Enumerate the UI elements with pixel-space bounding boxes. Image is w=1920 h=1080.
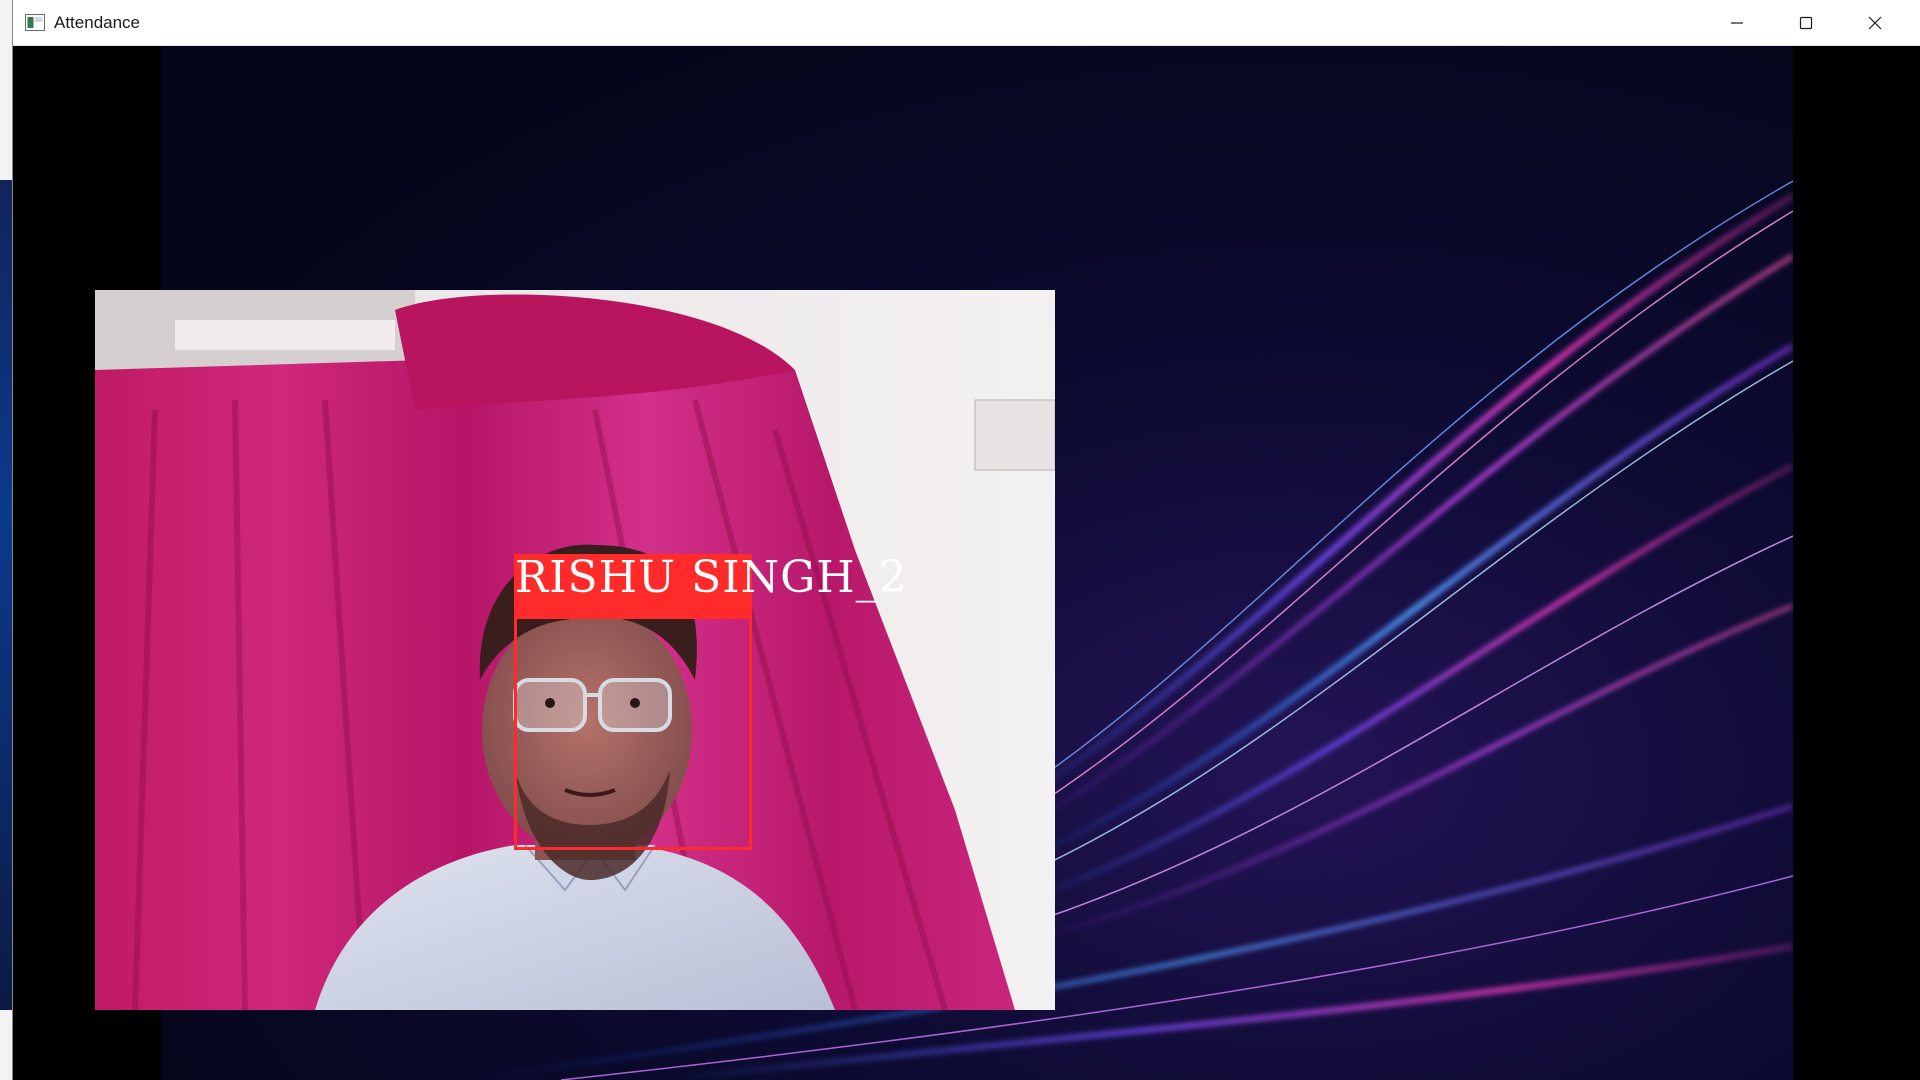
attendance-window: Attendance RISHU SINGH_2 [12, 0, 1920, 1080]
window-title: Attendance [54, 13, 141, 32]
title-bar[interactable]: Attendance [13, 0, 1920, 46]
desktop-edge [0, 0, 12, 1080]
minimize-icon [1731, 22, 1743, 24]
app-window-icon [25, 14, 45, 31]
face-bounding-box [514, 616, 752, 850]
close-icon [1868, 16, 1882, 30]
maximize-icon [1799, 16, 1813, 30]
desktop-wallpaper-fragment [0, 180, 12, 1010]
close-button[interactable] [1841, 0, 1909, 46]
minimize-button[interactable] [1703, 0, 1771, 46]
maximize-button[interactable] [1772, 0, 1840, 46]
video-frame-area: RISHU SINGH_2 [13, 46, 1920, 1080]
recognized-name-label: RISHU SINGH_2 [515, 552, 908, 603]
